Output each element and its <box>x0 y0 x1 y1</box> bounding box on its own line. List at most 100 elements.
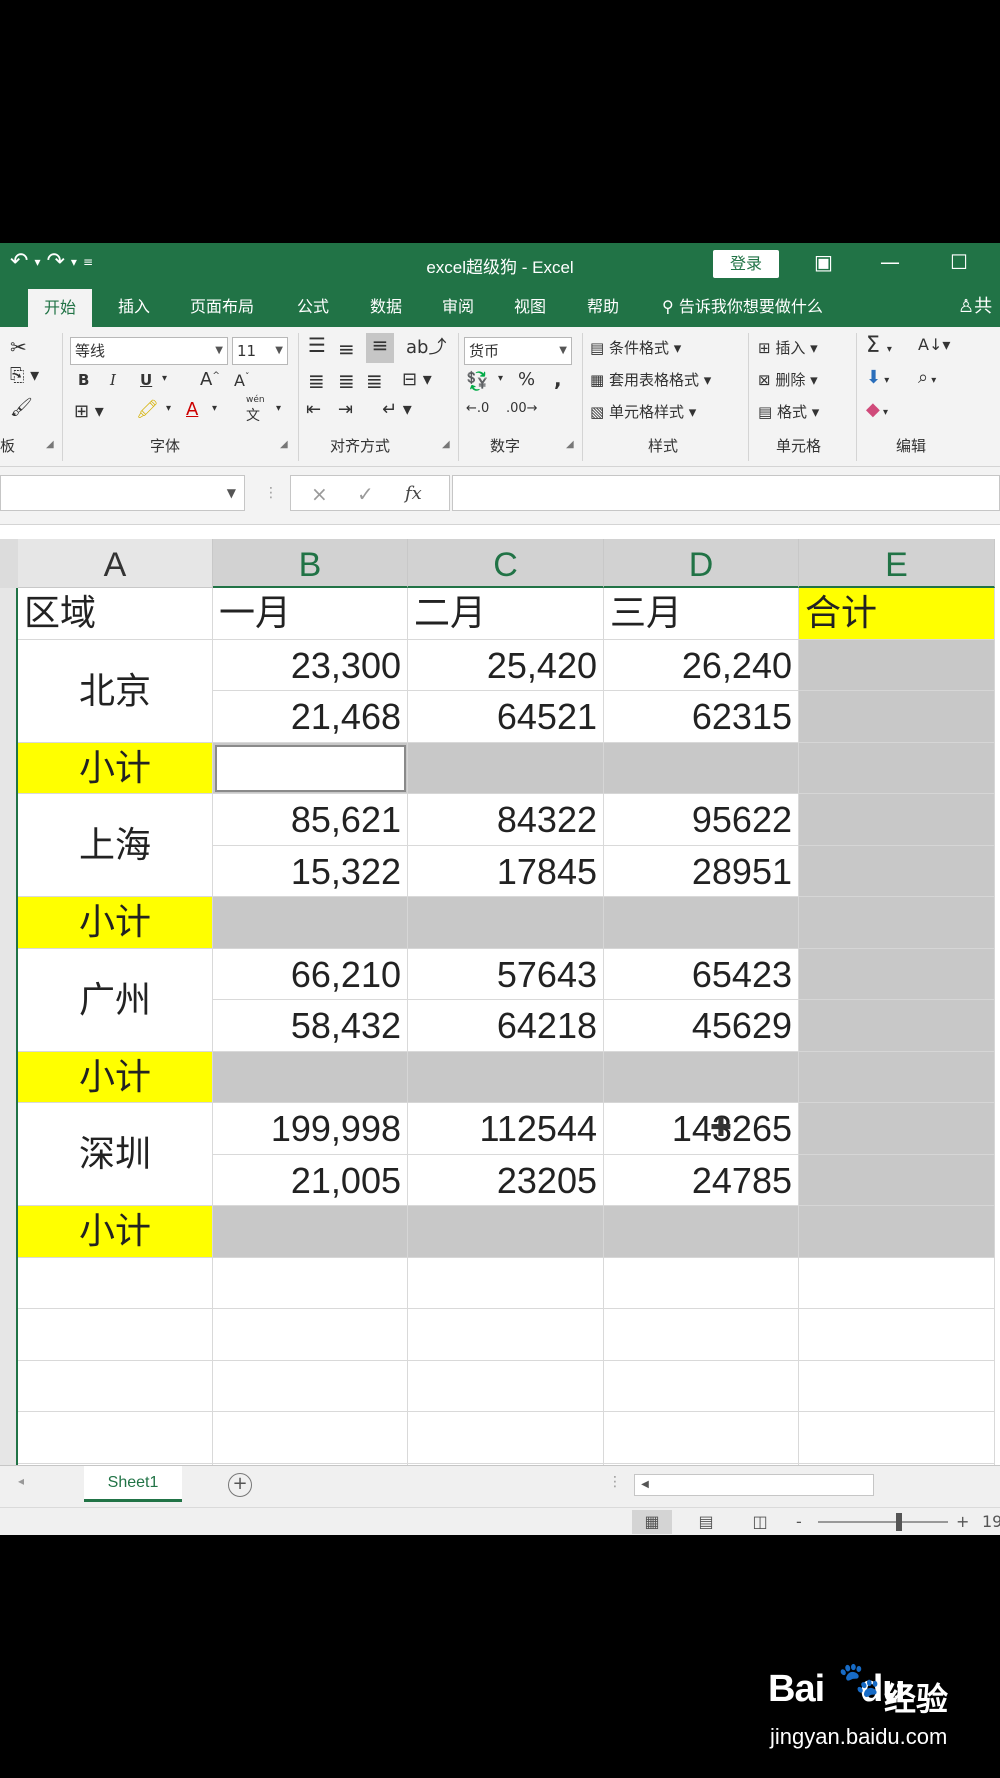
subtotal-cell-d[interactable] <box>604 1051 799 1103</box>
data-cell-c[interactable]: 23205 <box>408 1154 604 1206</box>
data-cell-b[interactable]: 21,468 <box>213 691 408 743</box>
data-cell-b[interactable]: 199,998 <box>213 1103 408 1155</box>
accounting-dropdown-icon[interactable]: ▾ <box>498 373 503 384</box>
empty-cell[interactable] <box>18 1412 213 1464</box>
tab-formulas[interactable]: 公式 <box>297 285 329 327</box>
data-cell-d[interactable]: 28951 <box>604 845 799 897</box>
col-header-c[interactable]: C <box>408 539 604 588</box>
empty-cell[interactable] <box>408 1309 604 1361</box>
total-cell-e[interactable] <box>799 948 995 1000</box>
col-header-d[interactable]: D <box>604 539 799 588</box>
ribbon-display-icon[interactable]: ▣ <box>814 250 833 274</box>
number-format-select[interactable]: 货币 ▼ <box>464 337 572 365</box>
subtotal-label-cell[interactable]: 小计 <box>18 742 213 794</box>
format-painter-icon[interactable]: 🖌 <box>10 397 33 418</box>
header-cell-e[interactable]: 合计 <box>799 588 995 640</box>
tab-split-grip-icon[interactable]: ⋮ <box>608 1474 622 1490</box>
zoom-slider[interactable] <box>818 1521 948 1523</box>
page-layout-view-icon[interactable]: ▤ <box>686 1510 726 1534</box>
col-header-a[interactable]: A <box>18 539 213 588</box>
total-cell-e[interactable] <box>799 691 995 743</box>
subtotal-cell-d[interactable] <box>604 1206 799 1258</box>
data-cell-b[interactable]: 15,322 <box>213 845 408 897</box>
data-cell-d[interactable]: 26,240 <box>604 639 799 691</box>
align-middle-icon[interactable]: ≡ <box>338 337 355 361</box>
accounting-format-icon[interactable]: 💱 <box>466 371 488 392</box>
borders-icon[interactable]: ⊞ ▾ <box>74 401 104 422</box>
region-cell[interactable]: 上海 <box>18 794 213 897</box>
maximize-icon[interactable]: ☐ <box>950 250 968 274</box>
sheet-tab-sheet1[interactable]: Sheet1 <box>84 1466 182 1502</box>
page-break-view-icon[interactable]: ◫ <box>740 1510 780 1534</box>
increase-decimal-icon[interactable]: ←.0 <box>466 401 489 416</box>
empty-cell[interactable] <box>213 1309 408 1361</box>
subtotal-label-cell[interactable]: 小计 <box>18 1206 213 1258</box>
zoom-out-button[interactable]: - <box>796 1510 802 1534</box>
empty-cell[interactable] <box>604 1412 799 1464</box>
normal-view-icon[interactable]: ▦ <box>632 1510 672 1534</box>
header-cell-d[interactable]: 三月 <box>604 588 799 640</box>
font-color-icon[interactable]: A <box>186 399 198 420</box>
font-color-dropdown-icon[interactable]: ▾ <box>212 403 217 414</box>
orientation-icon[interactable]: ab⤴ <box>406 333 446 359</box>
subtotal-cell-b[interactable] <box>213 897 408 949</box>
zoom-level[interactable]: 19 <box>982 1510 1000 1534</box>
col-header-e[interactable]: E <box>799 539 995 588</box>
select-all-corner[interactable] <box>0 539 18 588</box>
fill-color-icon[interactable]: 🖍 <box>136 399 159 420</box>
shrink-font-button[interactable]: Aˇ <box>234 371 249 390</box>
data-cell-d[interactable]: 143265 <box>604 1103 799 1155</box>
font-name-select[interactable]: 等线 ▼ <box>70 337 228 365</box>
clipboard-launcher-icon[interactable]: ◢ <box>46 439 54 450</box>
empty-cell[interactable] <box>408 1360 604 1412</box>
phonetic-dropdown-icon[interactable]: ▾ <box>276 403 281 414</box>
data-cell-d[interactable]: 65423 <box>604 948 799 1000</box>
subtotal-cell-e[interactable] <box>799 1206 995 1258</box>
header-cell-a[interactable]: 区域 <box>18 588 213 640</box>
subtotal-cell-e[interactable] <box>799 1051 995 1103</box>
increase-indent-icon[interactable]: ⇥ <box>338 399 353 420</box>
copy-icon[interactable]: ⎘ ▾ <box>10 365 39 386</box>
sheet-nav-icon[interactable]: ◂ <box>18 1474 24 1488</box>
cut-icon[interactable]: ✂ <box>10 335 27 359</box>
percent-style-button[interactable]: % <box>518 369 535 390</box>
data-cell-d[interactable]: 24785 <box>604 1154 799 1206</box>
conditional-formatting-button[interactable]: ▤ 条件格式 ▾ <box>590 337 681 358</box>
worksheet-grid[interactable]: A B C D E 区域 一月 二月 三月 合计 北京 23,300 25,420 26,240 21,46… <box>0 539 1000 1515</box>
cell-styles-button[interactable]: ▧ 单元格样式 ▾ <box>590 401 696 422</box>
minimize-icon[interactable]: — <box>880 250 900 274</box>
share-button[interactable]: ♙共 <box>958 285 992 327</box>
empty-cell[interactable] <box>604 1257 799 1309</box>
empty-cell[interactable] <box>18 1309 213 1361</box>
subtotal-cell-b[interactable] <box>213 1206 408 1258</box>
scroll-left-icon[interactable]: ◀ <box>634 1474 656 1496</box>
subtotal-cell-c[interactable] <box>408 742 604 794</box>
login-button[interactable]: 登录 <box>713 250 779 278</box>
subtotal-cell-c[interactable] <box>408 897 604 949</box>
total-cell-e[interactable] <box>799 1103 995 1155</box>
align-top-icon[interactable]: ☰ <box>308 333 326 357</box>
empty-cell[interactable] <box>18 1360 213 1412</box>
empty-cell[interactable] <box>408 1257 604 1309</box>
font-size-select[interactable]: 11 ▼ <box>232 337 288 365</box>
data-cell-b[interactable]: 23,300 <box>213 639 408 691</box>
underline-dropdown-icon[interactable]: ▾ <box>162 373 167 384</box>
active-cell[interactable] <box>215 744 406 792</box>
bold-button[interactable]: B <box>78 371 89 389</box>
fill-dropdown-icon[interactable]: ▾ <box>166 403 171 414</box>
number-launcher-icon[interactable]: ◢ <box>566 439 574 450</box>
empty-cell[interactable] <box>408 1412 604 1464</box>
insert-cells-button[interactable]: ⊞ 插入 ▾ <box>758 337 818 358</box>
subtotal-cell-e[interactable] <box>799 897 995 949</box>
add-sheet-button[interactable]: + <box>228 1473 252 1497</box>
subtotal-cell-d[interactable] <box>604 742 799 794</box>
data-cell-b[interactable]: 85,621 <box>213 794 408 846</box>
align-center-icon[interactable]: ≣ <box>338 369 355 393</box>
tab-page-layout[interactable]: 页面布局 <box>190 285 254 327</box>
total-cell-e[interactable] <box>799 794 995 846</box>
italic-button[interactable]: I <box>110 371 116 389</box>
alignment-launcher-icon[interactable]: ◢ <box>442 439 450 450</box>
align-right-icon[interactable]: ≣ <box>366 369 383 393</box>
font-launcher-icon[interactable]: ◢ <box>280 439 288 450</box>
data-cell-c[interactable]: 64218 <box>408 1000 604 1052</box>
